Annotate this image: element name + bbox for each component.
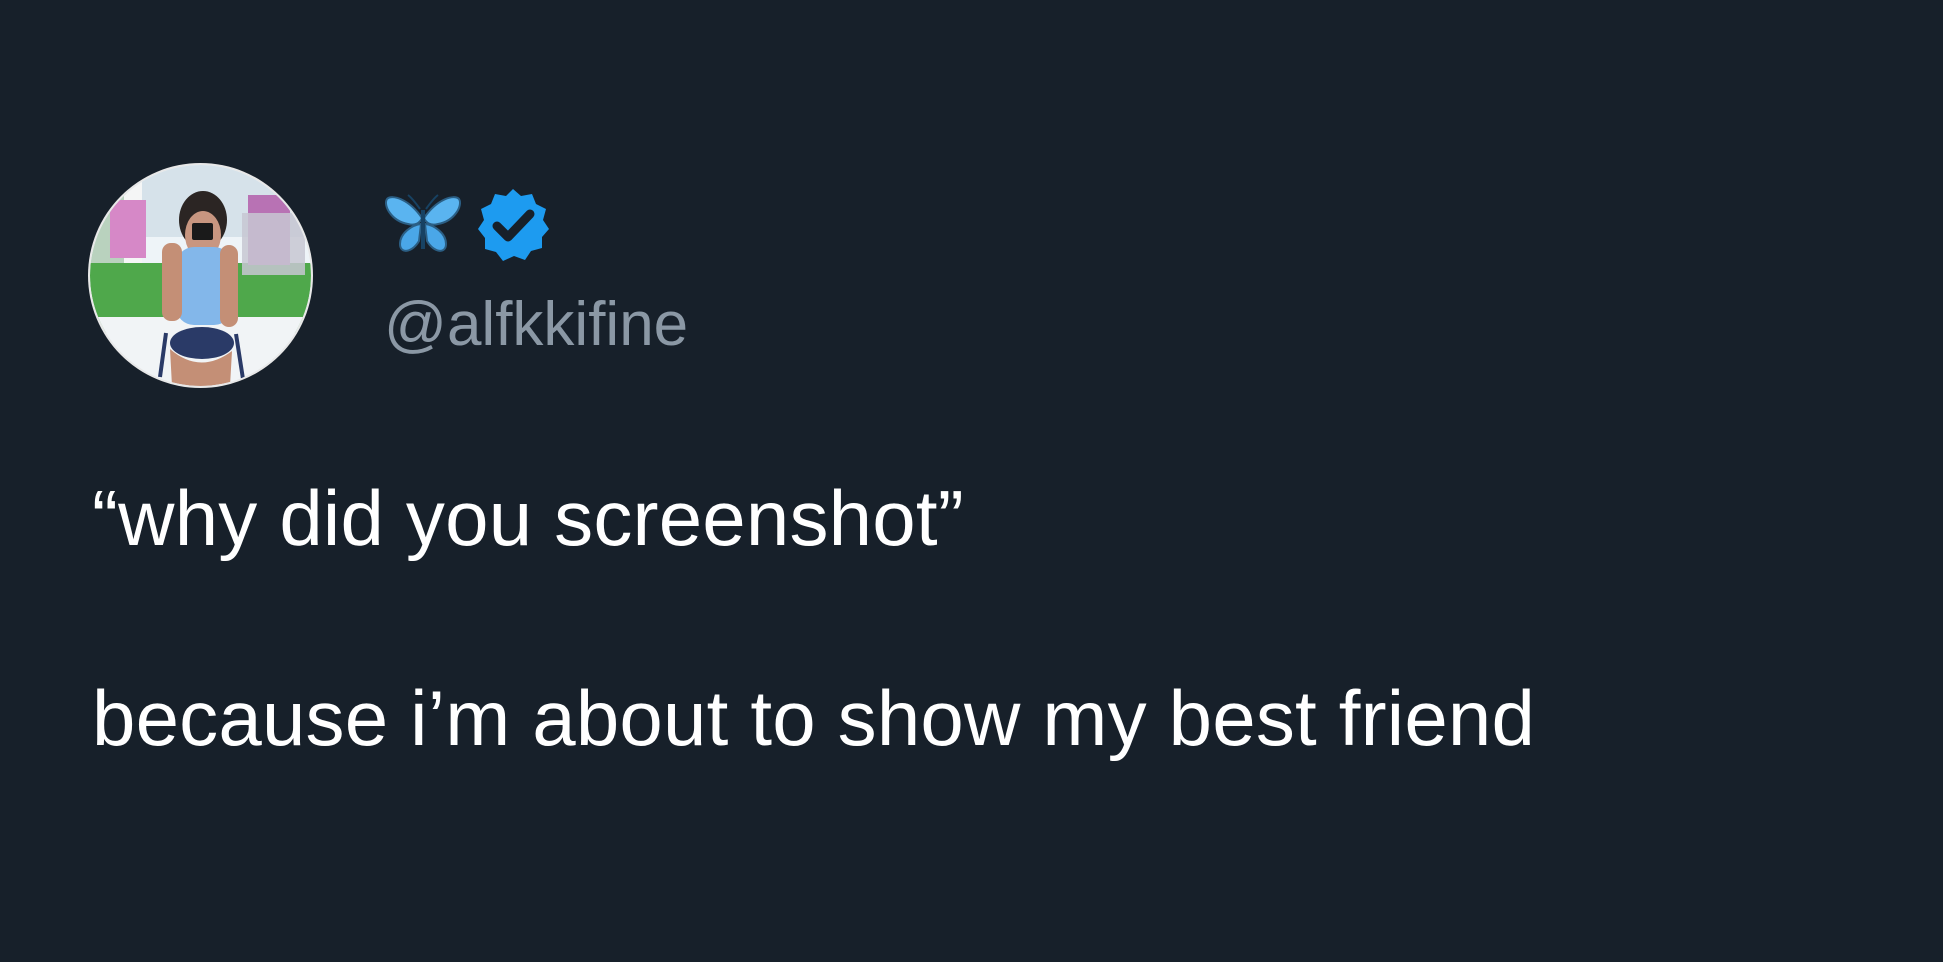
avatar-image	[90, 165, 311, 386]
tweet-text: “why did you screenshot” because i’m abo…	[92, 468, 1872, 768]
butterfly-emoji-icon	[385, 194, 461, 252]
tweet-card: @alfkkifine “why did you screenshot” bec…	[0, 0, 1943, 962]
verified-badge-icon	[478, 189, 549, 261]
user-handle[interactable]: @alfkkifine	[384, 286, 688, 364]
tweet-line-spacer	[92, 568, 1872, 668]
tweet-line-reply: because i’m about to show my best friend	[92, 674, 1536, 762]
display-name-row[interactable]	[384, 186, 552, 264]
avatar[interactable]	[90, 165, 311, 386]
tweet-line-quote: “why did you screenshot”	[92, 474, 964, 562]
